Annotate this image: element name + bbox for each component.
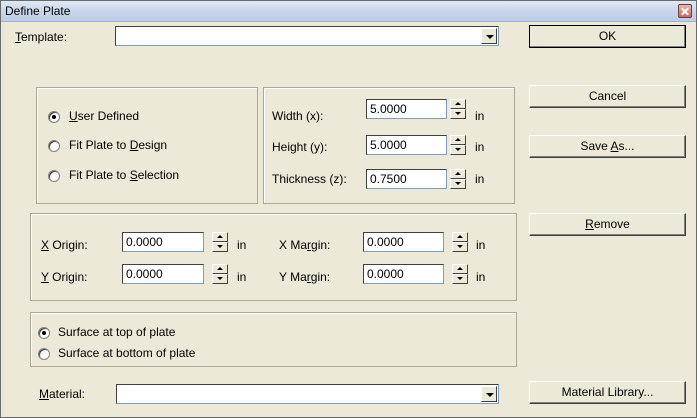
x-margin-unit: in [476,238,486,252]
thickness-label: Thickness (z): [272,172,347,186]
y-origin-spinner[interactable] [212,264,228,284]
spin-up-icon[interactable] [452,232,468,242]
y-margin-spinner[interactable] [452,264,468,284]
spin-down-icon[interactable] [212,274,228,284]
height-spinner[interactable] [450,135,466,155]
material-dropdown[interactable] [116,384,499,404]
height-field[interactable]: 5.0000 [366,135,447,155]
title-bar: Define Plate [1,1,696,22]
x-origin-spinner[interactable] [212,232,228,252]
save-as-label: Save As... [580,139,635,153]
fit-plate-to-design-label: Fit Plate to Design [69,138,168,152]
fit-plate-to-design-radio[interactable] [48,140,60,152]
material-label: Material: [39,387,86,401]
width-spinner[interactable] [450,99,466,119]
chevron-down-icon[interactable] [481,386,497,402]
chevron-down-icon[interactable] [481,28,497,44]
fit-plate-to-selection-radio[interactable] [48,170,60,182]
width-unit: in [475,109,485,123]
spin-up-icon[interactable] [450,99,466,109]
spin-down-icon[interactable] [450,109,466,119]
spin-down-icon[interactable] [450,179,466,189]
y-origin-field[interactable]: 0.0000 [122,264,204,284]
surface-bottom-radio[interactable] [38,348,50,360]
spin-up-icon[interactable] [212,232,228,242]
spin-up-icon[interactable] [450,169,466,179]
fit-plate-to-selection-label: Fit Plate to Selection [69,168,180,182]
origin-margin-group [30,213,517,301]
width-field[interactable]: 5.0000 [366,99,447,119]
thickness-unit: in [475,172,485,186]
cancel-button[interactable]: Cancel [529,85,686,108]
spin-up-icon[interactable] [212,264,228,274]
x-origin-unit: in [237,238,247,252]
window-title: Define Plate [5,4,71,18]
x-margin-field[interactable]: 0.0000 [363,232,444,252]
close-icon[interactable] [678,4,692,18]
thickness-field[interactable]: 0.7500 [366,169,447,189]
spin-up-icon[interactable] [450,135,466,145]
remove-label: Remove [585,217,630,231]
thickness-spinner[interactable] [450,169,466,189]
dialog-content: Template: OK Cancel Save As... Remove Ma… [1,23,696,417]
define-plate-dialog: Define Plate Template: OK Cancel Save As… [0,0,697,418]
save-as-button[interactable]: Save As... [529,135,686,158]
remove-button[interactable]: Remove [529,213,686,236]
spin-down-icon[interactable] [452,274,468,284]
surface-bottom-label: Surface at bottom of plate [58,346,196,360]
y-origin-label: Y Origin: [41,270,88,284]
x-margin-spinner[interactable] [452,232,468,252]
x-margin-label: X Margin: [279,238,331,252]
surface-top-label: Surface at top of plate [58,325,176,339]
spin-down-icon[interactable] [450,145,466,155]
user-defined-label: User Defined [69,109,140,123]
template-dropdown[interactable] [115,26,499,46]
spin-down-icon[interactable] [452,242,468,252]
spin-up-icon[interactable] [452,264,468,274]
y-margin-label: Y Margin: [279,270,331,284]
x-origin-label: X Origin: [41,238,88,252]
user-defined-radio[interactable] [48,111,60,123]
height-label: Height (y): [272,140,328,154]
template-label: Template: [15,30,68,44]
spin-down-icon[interactable] [212,242,228,252]
y-margin-field[interactable]: 0.0000 [363,264,444,284]
ok-button[interactable]: OK [529,25,686,48]
template-label-text: emplate: [21,30,68,44]
material-library-button[interactable]: Material Library... [529,381,686,404]
width-label: Width (x): [272,109,324,123]
y-margin-unit: in [476,270,486,284]
y-origin-unit: in [237,270,247,284]
x-origin-field[interactable]: 0.0000 [122,232,204,252]
surface-top-radio[interactable] [38,327,50,339]
height-unit: in [475,140,485,154]
